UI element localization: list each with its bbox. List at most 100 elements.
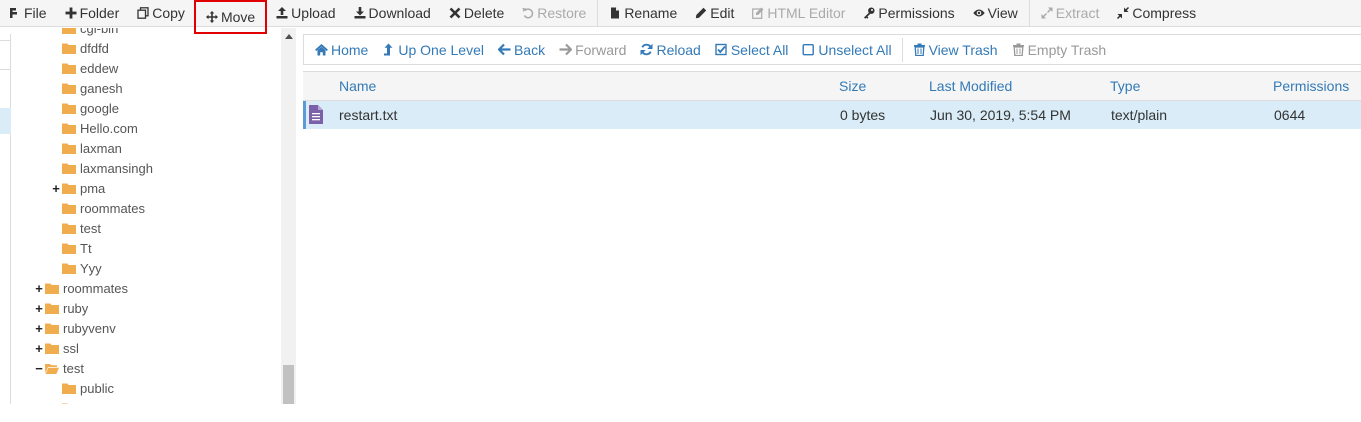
folder-icon <box>62 63 76 74</box>
restore-label: Restore <box>537 5 587 21</box>
download-button[interactable]: Download <box>345 0 440 27</box>
arrow-right-icon <box>559 43 573 56</box>
unselect-all-label: Unselect All <box>818 41 892 58</box>
undo-icon <box>522 8 534 19</box>
plus-file-icon <box>10 8 17 18</box>
new-folder-label: Folder <box>79 5 120 21</box>
tree-item[interactable]: + rubyvenv <box>34 318 116 338</box>
tree-item[interactable] <box>51 398 80 404</box>
tree-item[interactable]: google <box>51 98 119 118</box>
new-file-button[interactable]: File <box>0 0 56 27</box>
view-trash-button[interactable]: View Trash <box>906 42 1005 58</box>
tree-item[interactable]: + pma <box>51 178 105 198</box>
extract-label: Extract <box>1055 5 1100 21</box>
new-file-label: File <box>24 5 47 21</box>
folder-icon <box>62 403 69 404</box>
scrollbar-thumb[interactable] <box>283 365 294 404</box>
eye-icon <box>972 9 985 17</box>
trash-icon <box>1012 43 1024 56</box>
folder-icon <box>62 143 76 154</box>
trash-icon <box>913 43 925 56</box>
folder-open-icon <box>45 363 59 374</box>
table-header: Name Size Last Modified Type Permissions <box>303 71 1361 101</box>
tree-item[interactable]: Tt <box>51 238 92 258</box>
column-header-type[interactable]: Type <box>1110 72 1140 101</box>
restore-button[interactable]: Restore <box>513 0 595 27</box>
column-header-permissions[interactable]: Permissions <box>1273 72 1349 101</box>
tree-item[interactable]: laxmansingh <box>51 158 153 178</box>
permissions-button[interactable]: Permissions <box>854 0 963 27</box>
folder-icon <box>62 243 76 254</box>
tree-scrollbar[interactable] <box>281 28 296 404</box>
unselect-all-button[interactable]: Unselect All <box>795 42 898 58</box>
new-folder-button[interactable]: Folder <box>56 0 129 27</box>
table-row[interactable]: restart.txt 0 bytes Jun 30, 2019, 5:54 P… <box>303 101 1361 129</box>
empty-trash-button[interactable]: Empty Trash <box>1005 42 1114 58</box>
key-icon <box>864 7 875 19</box>
level-up-icon <box>384 43 393 56</box>
view-button[interactable]: View <box>964 0 1027 27</box>
expand-icon[interactable]: + <box>34 281 44 296</box>
folder-icon <box>62 163 76 174</box>
x-icon <box>449 7 461 19</box>
tree-item[interactable]: laxman <box>51 138 122 158</box>
tree-item[interactable]: − test <box>34 358 84 378</box>
folder-icon <box>45 323 59 334</box>
column-header-size[interactable]: Size <box>839 72 866 101</box>
tree-item-label: eddew <box>80 60 119 76</box>
up-one-level-button[interactable]: Up One Level <box>375 42 491 58</box>
tree-item-label: dfdfd <box>80 40 109 56</box>
tree-item[interactable]: + roommates <box>34 278 128 298</box>
compress-icon <box>1117 7 1130 19</box>
upload-button[interactable]: Upload <box>267 0 344 27</box>
scroll-up-arrow-icon[interactable] <box>285 34 293 39</box>
column-header-name[interactable]: Name <box>339 72 376 101</box>
select-all-button[interactable]: Select All <box>708 42 796 58</box>
tree-item[interactable]: dfdfd <box>51 38 109 58</box>
tree-item[interactable]: cgi-bin <box>51 28 118 38</box>
tree-item[interactable]: + ruby <box>34 298 88 318</box>
tree-item[interactable]: eddew <box>51 58 118 78</box>
file-table: Name Size Last Modified Type Permissions… <box>303 71 1361 129</box>
folder-icon <box>62 83 76 94</box>
select-all-label: Select All <box>730 41 789 58</box>
copy-icon <box>137 7 149 19</box>
rename-button[interactable]: Rename <box>600 0 686 27</box>
tree-item-label: Tt <box>80 240 92 256</box>
file-name[interactable]: restart.txt <box>339 101 397 129</box>
expand-icon[interactable]: + <box>34 301 44 316</box>
edit-button[interactable]: Edit <box>686 0 743 27</box>
tree-item[interactable]: roommates <box>51 198 145 218</box>
delete-button[interactable]: Delete <box>440 0 513 27</box>
copy-button[interactable]: Copy <box>128 0 194 27</box>
tree-item[interactable]: public <box>51 378 114 398</box>
toolbar-divider <box>597 0 599 27</box>
forward-button[interactable]: Forward <box>552 42 633 58</box>
reload-button[interactable]: Reload <box>633 42 707 58</box>
html-editor-button[interactable]: HTML Editor <box>743 0 854 27</box>
text-file-icon <box>309 105 323 124</box>
back-button[interactable]: Back <box>491 42 552 58</box>
column-header-last-modified[interactable]: Last Modified <box>929 72 1012 101</box>
tree-item[interactable]: ganesh <box>51 78 123 98</box>
compress-button[interactable]: Compress <box>1108 0 1205 27</box>
tree-item[interactable]: Hello.com <box>51 118 138 138</box>
move-icon <box>205 11 218 23</box>
tree-item[interactable]: test <box>51 218 101 238</box>
tree-item[interactable]: + ssl <box>34 338 79 358</box>
folder-icon <box>62 263 76 274</box>
expand-icon[interactable]: + <box>51 181 61 196</box>
tree-item[interactable]: Yyy <box>51 258 102 278</box>
folder-icon <box>45 343 59 354</box>
compress-label: Compress <box>1132 5 1197 21</box>
expand-icon[interactable]: + <box>34 341 44 356</box>
home-button[interactable]: Home <box>308 42 375 58</box>
checkbox-empty-icon <box>802 44 815 56</box>
extract-button[interactable]: Extract <box>1032 0 1109 27</box>
folder-icon <box>45 303 59 314</box>
folder-icon <box>62 203 76 214</box>
view-label: View <box>987 5 1018 21</box>
expand-icon[interactable]: + <box>34 321 44 336</box>
edit-label: Edit <box>710 5 735 21</box>
collapse-icon[interactable]: − <box>34 361 44 376</box>
